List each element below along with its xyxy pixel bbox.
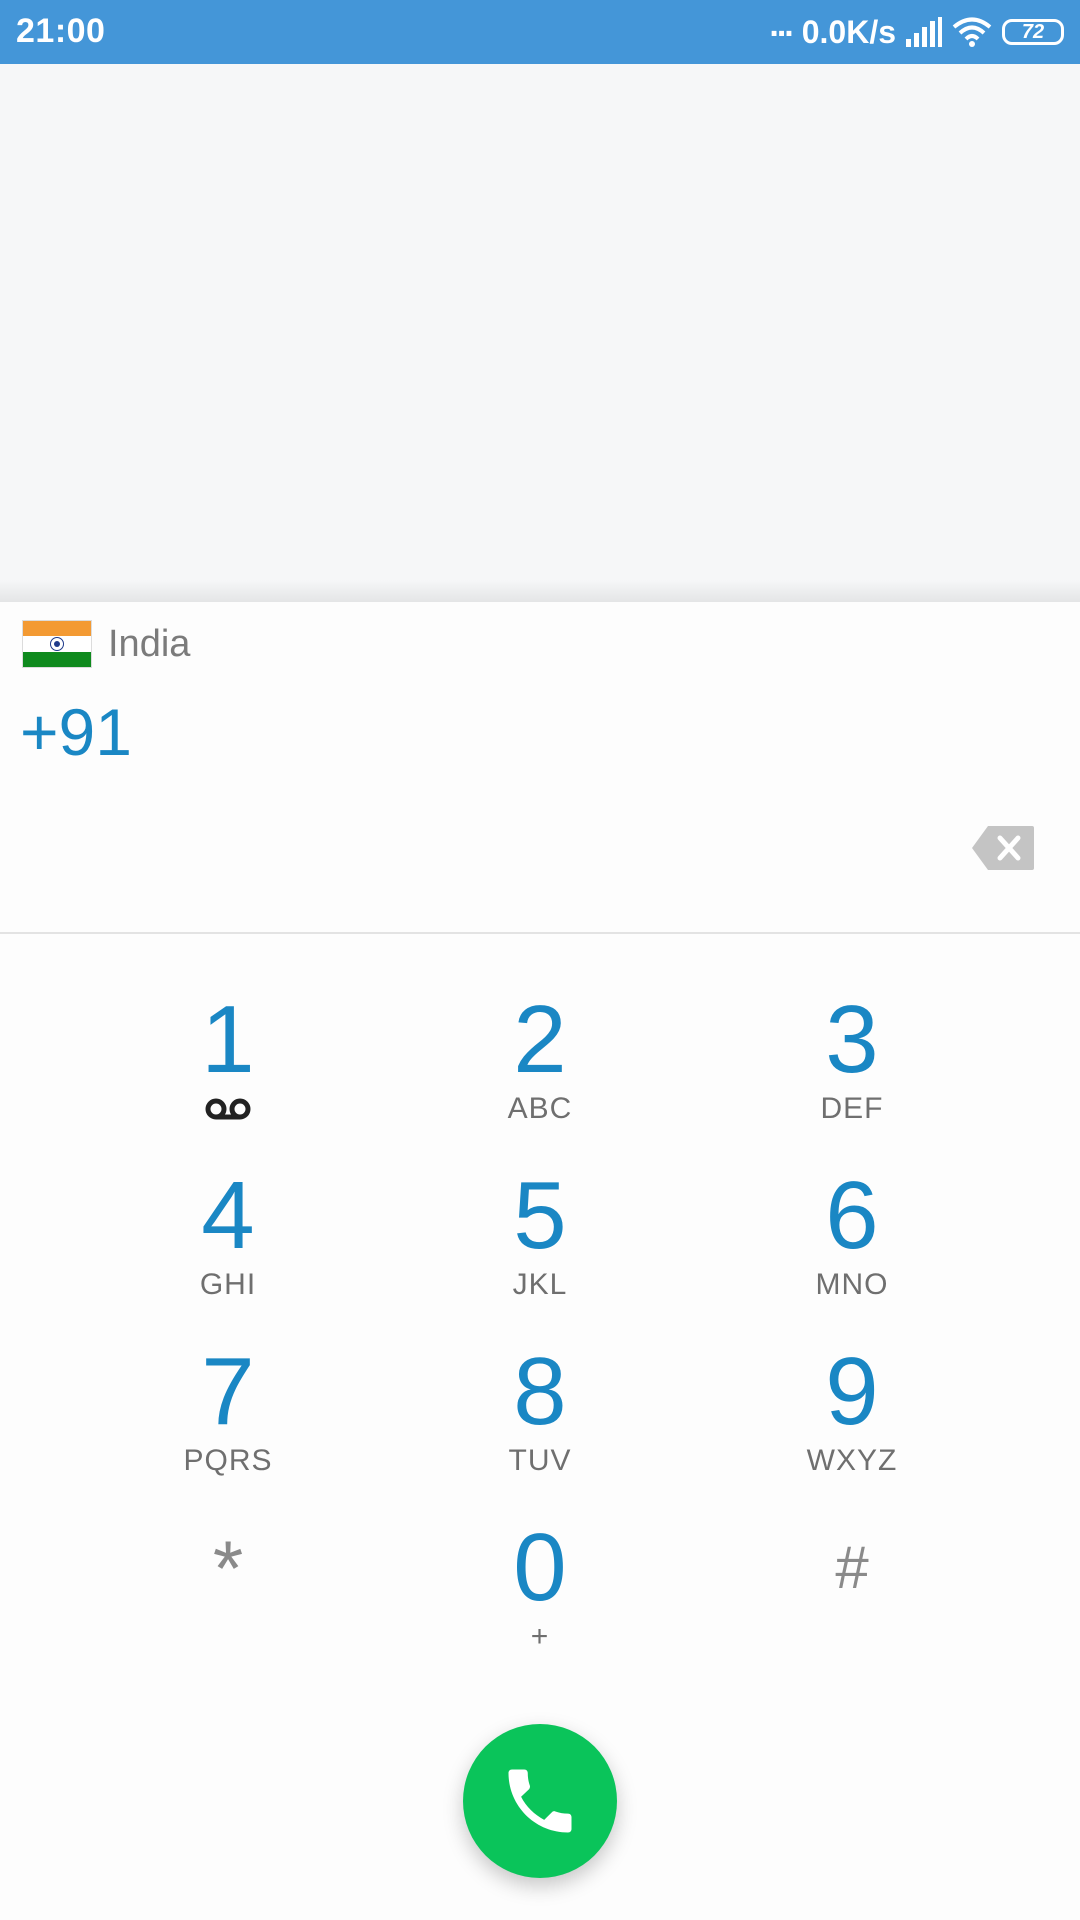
key-letters: TUV <box>508 1444 572 1477</box>
key-8[interactable]: 8 TUV <box>420 1344 660 1494</box>
key-letters: + <box>530 1620 550 1653</box>
battery-icon: 72 <box>1002 19 1064 45</box>
key-digit: 3 <box>825 986 879 1093</box>
key-digit: 9 <box>825 1338 879 1445</box>
backspace-icon[interactable] <box>970 824 1036 872</box>
key-6[interactable]: 6 MNO <box>732 1168 972 1318</box>
key-7[interactable]: 7 PQRS <box>108 1344 348 1494</box>
key-9[interactable]: 9 WXYZ <box>732 1344 972 1494</box>
country-selector[interactable]: India <box>22 620 190 668</box>
key-digit: 8 <box>513 1338 567 1445</box>
key-letters: WXYZ <box>806 1444 898 1477</box>
dialed-number[interactable]: +91 <box>20 694 132 770</box>
wifi-icon <box>952 17 992 47</box>
key-letters: JKL <box>512 1268 568 1301</box>
divider <box>0 932 1080 934</box>
key-digit: 6 <box>825 1162 879 1269</box>
key-digit: # <box>835 1534 869 1601</box>
call-button[interactable] <box>463 1724 617 1878</box>
status-bar: 21:00 ... 0.0K/s 72 <box>0 0 1080 64</box>
network-speed: 0.0K/s <box>801 13 896 50</box>
key-letters: PQRS <box>183 1444 273 1477</box>
key-0[interactable]: 0 + <box>420 1520 660 1670</box>
key-digit: 4 <box>201 1162 255 1269</box>
phone-icon <box>508 1769 572 1833</box>
status-dots: ... <box>769 6 793 44</box>
india-flag-icon <box>22 620 92 668</box>
key-2[interactable]: 2 ABC <box>420 992 660 1142</box>
key-3[interactable]: 3 DEF <box>732 992 972 1142</box>
battery-level: 72 <box>1021 20 1045 43</box>
key-4[interactable]: 4 GHI <box>108 1168 348 1318</box>
key-1[interactable]: 1 <box>108 992 348 1142</box>
signal-icon <box>906 17 942 47</box>
panel-shadow <box>0 580 1080 602</box>
search-results-area <box>0 64 1080 584</box>
key-digit: * <box>212 1524 244 1612</box>
key-digit: 1 <box>201 986 255 1093</box>
key-digit: 0 <box>513 1514 567 1621</box>
voicemail-icon <box>205 1098 251 1120</box>
status-indicators: ... 0.0K/s 72 <box>769 6 1064 54</box>
key-letters: MNO <box>815 1268 889 1301</box>
key-letters: DEF <box>820 1092 884 1125</box>
key-star[interactable]: * <box>108 1520 348 1670</box>
key-digit: 7 <box>201 1338 255 1445</box>
key-letters: ABC <box>507 1092 573 1125</box>
country-name: India <box>108 622 191 665</box>
status-time: 21:00 <box>16 12 106 50</box>
key-5[interactable]: 5 JKL <box>420 1168 660 1318</box>
key-letters: GHI <box>199 1268 257 1301</box>
dial-panel: India +91 1 2 ABC 3 DEF 4 GHI 5 JKL 6 MN… <box>0 602 1080 1920</box>
key-digit: 5 <box>513 1162 567 1269</box>
key-hash[interactable]: # <box>732 1520 972 1670</box>
key-digit: 2 <box>513 986 567 1093</box>
